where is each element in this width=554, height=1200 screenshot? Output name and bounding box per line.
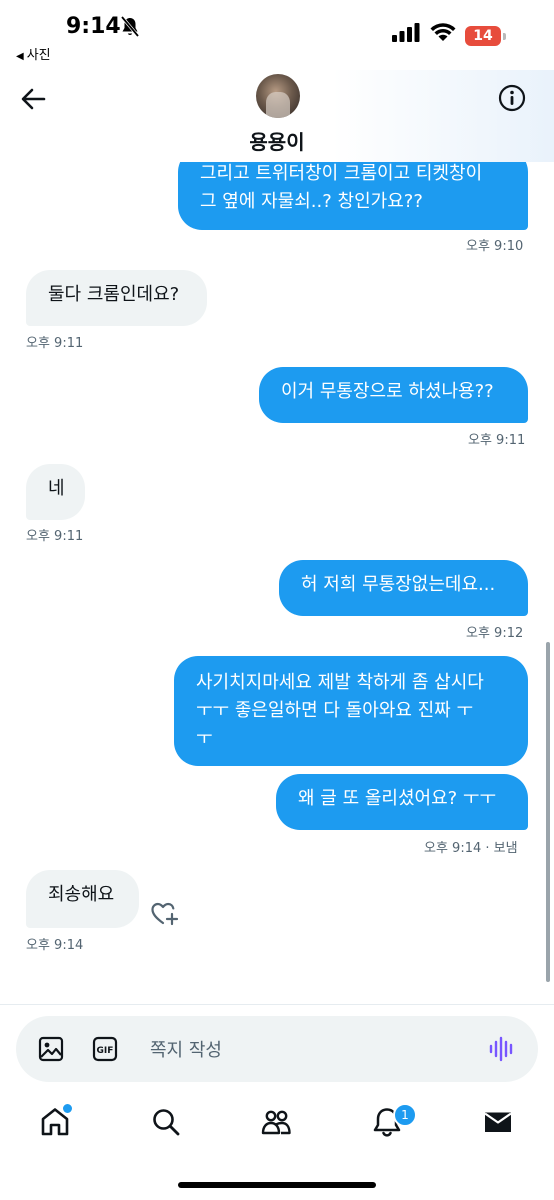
message-timestamp: 오후 9:11 [26, 336, 84, 351]
message-timestamp: 오후 9:11 [26, 529, 84, 544]
message-list[interactable]: 그리고 트위터창이 크롬이고 티켓창이 그 옆에 자물쇠..? 창인가요?? 오… [0, 162, 554, 1000]
scrollbar[interactable] [546, 642, 550, 982]
tab-messages[interactable] [482, 1106, 514, 1138]
mail-icon [484, 1112, 512, 1132]
message-bubble-outgoing[interactable]: 사기치지마세요 제발 착하게 좀 삽시다 ㅜㅜ 좋은일하면 다 돌아와요 진짜 … [174, 656, 528, 766]
tab-search[interactable] [150, 1106, 182, 1138]
info-icon[interactable] [498, 84, 526, 112]
message-timestamp: 오후 9:11 [468, 433, 526, 448]
gif-icon[interactable]: GIF [92, 1036, 118, 1062]
message-bubble-outgoing[interactable]: 이거 무통장으로 하셨나용?? [259, 367, 528, 423]
heart-plus-icon[interactable] [150, 900, 180, 928]
cellular-signal-icon [392, 23, 420, 42]
bell-off-icon [120, 16, 140, 38]
battery-indicator: 14 [465, 26, 506, 46]
voice-icon[interactable] [488, 1036, 516, 1062]
tab-communities[interactable] [260, 1106, 292, 1138]
message-input[interactable] [148, 1034, 452, 1066]
message-bubble-outgoing[interactable]: 왜 글 또 올리셨어요? ㅜㅜ [276, 774, 528, 830]
message-timestamp: 오후 9:10 [466, 239, 524, 254]
communities-icon [261, 1110, 291, 1135]
conversation-header: 용용이 [0, 70, 554, 162]
back-to-app-link[interactable]: ◀ 사진 [16, 44, 51, 63]
notification-badge: 1 [393, 1103, 417, 1127]
bottom-tab-bar [0, 1096, 554, 1156]
message-bubble-outgoing[interactable]: 허 저희 무통장없는데요... [279, 560, 528, 616]
home-indicator[interactable] [178, 1182, 376, 1188]
message-timestamp: 오후 9:12 [466, 626, 524, 641]
svg-text:GIF: GIF [97, 1046, 114, 1056]
message-composer: GIF [16, 1016, 538, 1082]
message-bubble-incoming[interactable]: 둘다 크롬인데요? [26, 270, 207, 326]
divider [0, 1004, 554, 1005]
status-bar: 9:14 ◀ 사진 14 [0, 0, 554, 70]
message-timestamp-sent: 오후 9:14 · 보냄 [424, 841, 518, 856]
message-bubble-incoming[interactable]: 죄송해요 [26, 870, 139, 928]
message-timestamp: 오후 9:14 [26, 938, 84, 953]
contact-name[interactable]: 용용이 [0, 126, 554, 155]
home-unread-dot [62, 1103, 73, 1114]
back-arrow-icon[interactable] [20, 86, 46, 112]
back-to-app-label: 사진 [26, 48, 51, 63]
avatar[interactable] [256, 74, 300, 118]
image-icon[interactable] [38, 1036, 64, 1062]
wifi-icon [430, 23, 456, 41]
message-bubble-outgoing[interactable]: 그리고 트위터창이 크롬이고 티켓창이 그 옆에 자물쇠..? 창인가요?? [178, 162, 528, 230]
status-time: 9:14 [66, 14, 121, 39]
back-triangle-icon: ◀ [16, 51, 24, 62]
search-icon [153, 1109, 180, 1136]
message-bubble-incoming[interactable]: 네 [26, 464, 85, 520]
